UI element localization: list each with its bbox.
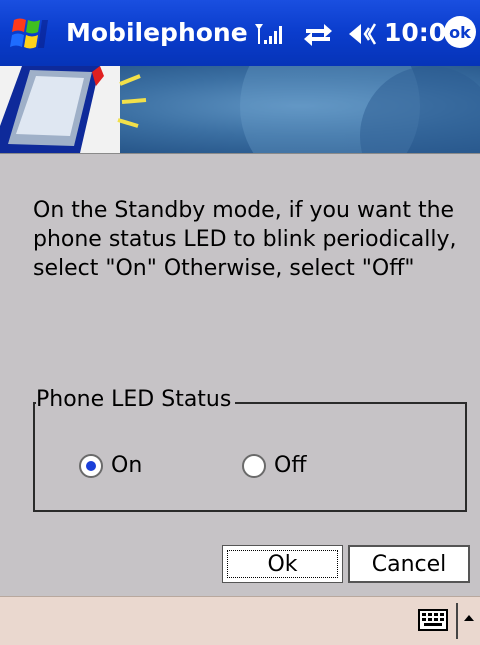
- signal-strength-icon[interactable]: [254, 20, 286, 48]
- radio-on-indicator[interactable]: [79, 453, 103, 478]
- menu-bar: [0, 596, 480, 645]
- radio-on[interactable]: On: [79, 453, 142, 478]
- radio-selected-dot: [86, 460, 96, 471]
- cancel-button-label: Cancel: [371, 551, 447, 577]
- group-label: Phone LED Status: [36, 387, 236, 412]
- sip-arrow-icon[interactable]: [462, 611, 476, 625]
- ok-close-button[interactable]: ok: [444, 16, 476, 48]
- app-title: Mobilephone: [66, 18, 248, 47]
- cancel-button[interactable]: Cancel: [348, 545, 470, 583]
- phone-illustration-icon: [0, 66, 480, 153]
- radio-on-label[interactable]: On: [111, 453, 142, 478]
- ok-close-label: ok: [449, 22, 471, 42]
- title-bar: Mobilephone 10:06 ok: [0, 0, 480, 66]
- keyboard-icon[interactable]: [418, 609, 448, 631]
- sip-divider: [456, 603, 458, 639]
- volume-icon[interactable]: [347, 20, 381, 48]
- radio-off-indicator[interactable]: [242, 453, 266, 478]
- radio-off-label[interactable]: Off: [274, 453, 306, 478]
- header-banner: [0, 66, 480, 154]
- radio-off[interactable]: Off: [242, 453, 306, 478]
- instruction-text: On the Standby mode, if you want the pho…: [33, 198, 457, 281]
- ok-button[interactable]: Ok: [222, 545, 343, 583]
- focus-ring: [227, 550, 338, 578]
- sync-connection-icon[interactable]: [302, 20, 334, 48]
- windows-start-icon[interactable]: [6, 14, 54, 54]
